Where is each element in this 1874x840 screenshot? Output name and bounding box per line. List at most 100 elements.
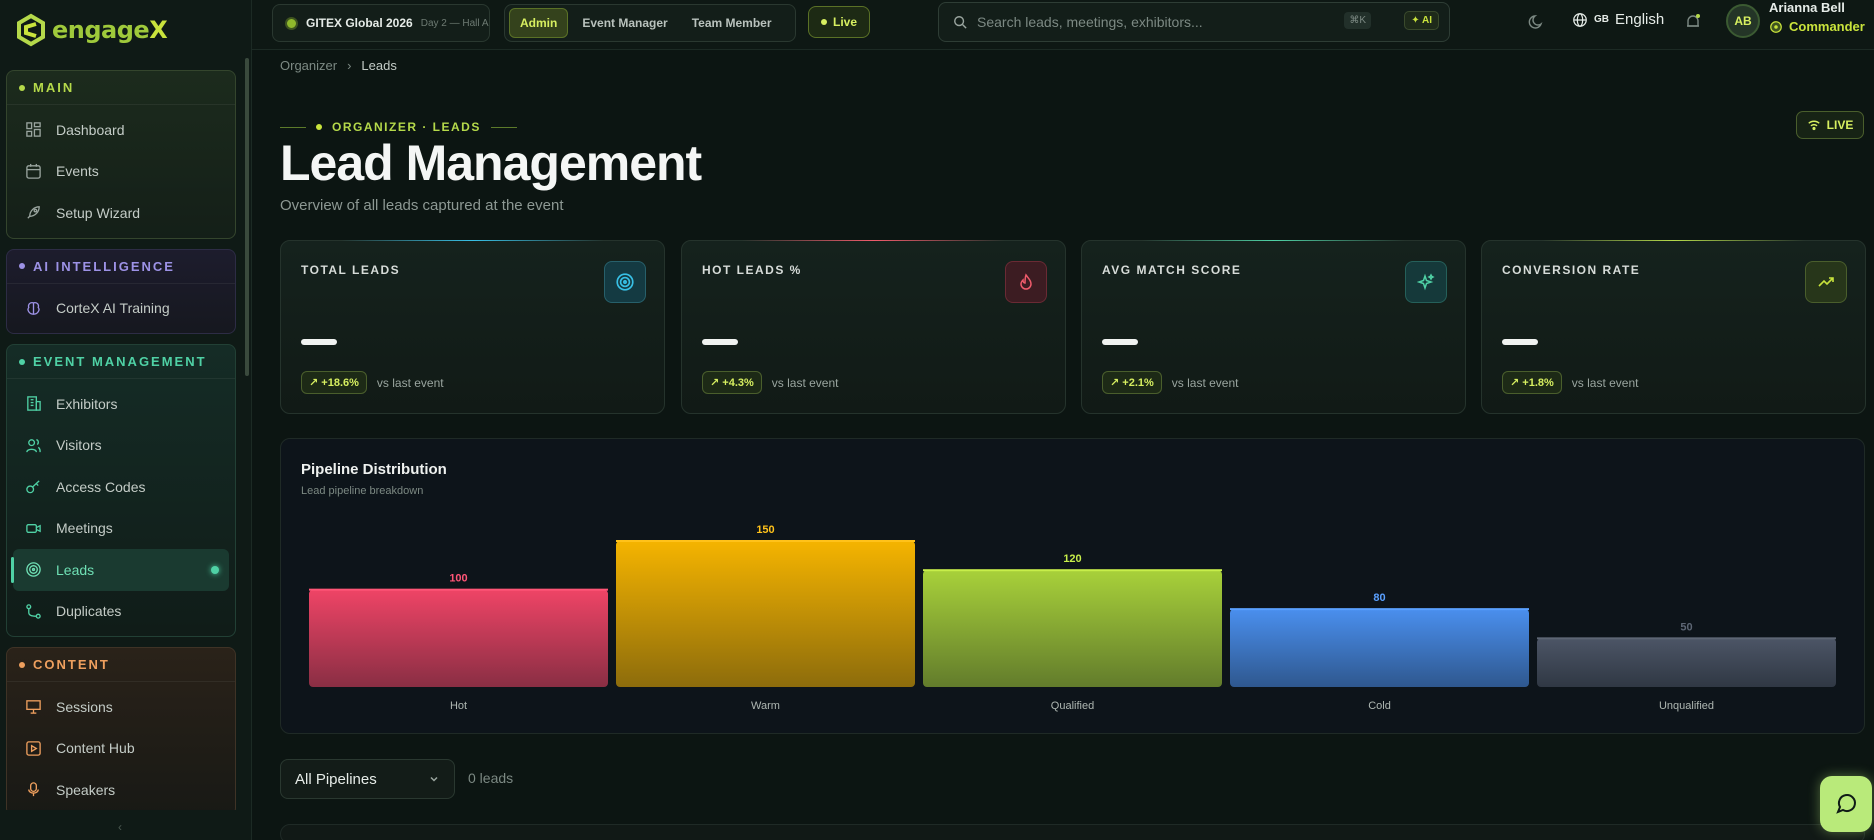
user-role: Commander (1769, 19, 1865, 34)
event-sub: Day 2 — Hall A (420, 17, 489, 29)
pipeline-distribution-card: Pipeline Distribution Lead pipeline brea… (280, 438, 1865, 734)
role-switcher: Admin Event Manager Team Member (504, 4, 796, 42)
stat-title: HOT LEADS % (702, 263, 802, 277)
sidebar-item-meetings[interactable]: Meetings (13, 508, 229, 550)
x-tick-label: Cold (1368, 700, 1391, 712)
page-eyebrow: ORGANIZER · LEADS (280, 120, 517, 134)
bar-value-label: 120 (1063, 553, 1081, 565)
chat-icon (1836, 794, 1856, 814)
mic-icon (28, 782, 39, 797)
nav-group-content: CONTENT Sessions Content Hub Speakers (6, 647, 236, 810)
sidebar-item-speakers[interactable]: Speakers (13, 769, 229, 810)
stat-trend: ↗ +1.8% vs last event (1502, 371, 1638, 394)
chat-button[interactable] (1820, 776, 1872, 832)
video-icon (26, 523, 41, 533)
brain-icon (27, 301, 40, 315)
bar-cap-qualified (923, 569, 1222, 572)
stat-value-placeholder (702, 339, 738, 345)
trend-up-icon (1805, 261, 1847, 303)
sidebar-item-events[interactable]: Events (13, 151, 229, 193)
sidebar-item-setup-wizard[interactable]: Setup Wizard (13, 192, 229, 234)
role-team-member-button[interactable]: Team Member (682, 9, 782, 37)
topbar: GITEX Global 2026 Day 2 — Hall A Admin E… (252, 0, 1874, 50)
nav-group-event-management: EVENT MANAGEMENT Exhibitors Visitors Acc… (6, 344, 236, 637)
target-icon (26, 562, 41, 578)
event-name: GITEX Global 2026 (306, 16, 413, 30)
nav-group-header[interactable]: MAIN (7, 71, 235, 105)
stat-title: CONVERSION RATE (1502, 263, 1641, 277)
language-selector[interactable]: GB English (1572, 11, 1664, 28)
users-icon (26, 438, 41, 453)
live-status-chip[interactable]: Live (808, 6, 870, 38)
engagex-logo-icon (17, 13, 45, 47)
play-square-icon (26, 740, 41, 756)
stat-trend: ↗ +2.1% vs last event (1102, 371, 1238, 394)
nav-group-header[interactable]: EVENT MANAGEMENT (7, 345, 235, 379)
sparkles-icon (1405, 261, 1447, 303)
sidebar-item-duplicates[interactable]: Duplicates (13, 591, 229, 633)
globe-icon (1573, 12, 1587, 27)
ai-search-button[interactable]: ✦ AI (1404, 11, 1439, 30)
breadcrumb-current: Leads (361, 58, 397, 73)
event-status-icon (285, 16, 298, 30)
sidebar-item-content-hub[interactable]: Content Hub (13, 728, 229, 770)
sidebar-item-access-codes[interactable]: Access Codes (13, 466, 229, 508)
stat-value-placeholder (1502, 339, 1538, 345)
bar-warm[interactable] (616, 541, 915, 687)
stat-value-placeholder (301, 339, 337, 345)
brand-name: engageX (52, 16, 168, 44)
pipeline-filter-select[interactable]: All Pipelines (280, 759, 455, 799)
leads-table-card (280, 824, 1865, 840)
active-indicator (211, 565, 219, 574)
role-event-manager-button[interactable]: Event Manager (572, 9, 677, 37)
pipeline-bar-chart: 100 Hot 150 Warm 120 Qualified 80 Cold 50 Unquali… (309, 524, 1836, 712)
bar-cap-warm (616, 540, 915, 542)
bell-icon[interactable] (1684, 13, 1702, 31)
breadcrumb-organizer[interactable]: Organizer (280, 58, 337, 73)
collapse-sidebar-icon[interactable]: ‹ (118, 820, 122, 834)
wifi-icon (1807, 120, 1820, 131)
calendar-icon (26, 163, 41, 179)
sidebar-scrollbar[interactable] (245, 58, 249, 376)
nav-group-ai-intelligence: AI INTELLIGENCE CorteX AI Training (6, 248, 236, 334)
nav-group-header[interactable]: CONTENT (7, 648, 235, 682)
x-tick-label: Qualified (1051, 700, 1094, 712)
brand-logo[interactable]: engageX (14, 12, 168, 48)
x-tick-label: Warm (751, 700, 780, 712)
sidebar-item-dashboard[interactable]: Dashboard (13, 109, 229, 151)
sidebar-item-visitors[interactable]: Visitors (13, 425, 229, 467)
bar-value-label: 80 (1373, 592, 1385, 604)
page-subtitle: Overview of all leads captured at the ev… (280, 197, 564, 214)
bar-cold[interactable] (1230, 609, 1529, 687)
sidebar-item-cortex-ai-training[interactable]: CorteX AI Training (13, 288, 229, 330)
breadcrumb-separator: › (347, 58, 352, 73)
filter-selected-value: All Pipelines (295, 770, 377, 788)
nav-group-header[interactable]: AI INTELLIGENCE (7, 250, 235, 284)
event-selector[interactable]: GITEX Global 2026 Day 2 — Hall A (272, 4, 490, 42)
shortcut-hint: ⌘K (1344, 12, 1371, 29)
bar-hot[interactable] (309, 589, 608, 687)
role-admin-button[interactable]: Admin (509, 8, 569, 38)
avatar[interactable]: AB (1726, 4, 1760, 38)
moon-icon[interactable] (1528, 13, 1546, 31)
bar-unqualified[interactable] (1537, 638, 1836, 687)
git-merge-icon (26, 603, 41, 619)
sidebar-item-leads[interactable]: Leads (11, 549, 229, 591)
x-tick-label: Hot (450, 700, 467, 712)
bar-qualified[interactable] (923, 570, 1222, 687)
search-input[interactable] (977, 14, 1357, 30)
nav-group-main: MAIN Dashboard Events Setup Wizard (6, 70, 236, 239)
global-search[interactable]: ⌘K ✦ AI (938, 2, 1450, 42)
stat-trend: ↗ +4.3% vs last event (702, 371, 838, 394)
bar-value-label: 50 (1680, 621, 1692, 633)
sidebar-item-exhibitors[interactable]: Exhibitors (13, 383, 229, 425)
sidebar: engageX MAIN Dashboard Events Setup Wiza… (0, 0, 252, 840)
page-title: Lead Management (280, 135, 702, 191)
grid-icon (26, 122, 41, 138)
chevron-down-icon (430, 776, 438, 782)
building-icon (27, 396, 41, 412)
stat-card-hot-leads: HOT LEADS % ↗ +4.3% vs last event (681, 240, 1066, 414)
leads-count: 0 leads (468, 770, 514, 786)
stat-value-placeholder (1102, 339, 1138, 345)
sidebar-item-sessions[interactable]: Sessions (13, 686, 229, 728)
